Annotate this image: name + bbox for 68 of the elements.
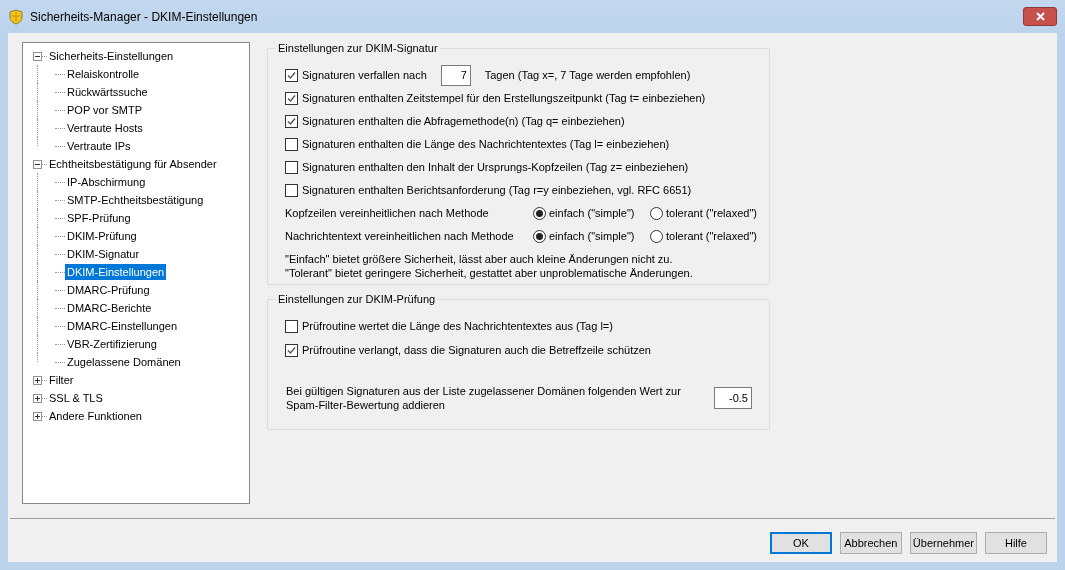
checkbox-label[interactable]: Signaturen enthalten Zeitstempel für den Erstellungszeitpunkt (Tag t= einbeziehen) [302,90,706,107]
checkbox[interactable] [285,319,298,333]
score-field[interactable]: -0.5 [713,387,752,409]
close-button[interactable] [1023,7,1057,26]
checkbox[interactable] [285,161,298,174]
expand-icon[interactable] [33,375,42,385]
tree-item[interactable]: Zugelassene Domänen [65,354,183,370]
checkbox[interactable] [285,69,298,82]
checkbox[interactable] [285,138,298,151]
tree-item[interactable]: Filter [47,372,76,388]
radio-button[interactable] [533,230,546,243]
tree-item[interactable]: DKIM-Signatur [65,246,142,262]
days-suffix: Tagen (Tag x=, 7 Tage werden empfohlen) [484,68,691,84]
tree-item[interactable]: SPF-Prüfung [65,210,133,226]
tree-item[interactable]: DMARC-Einstellungen [65,318,180,334]
tree-item[interactable]: Vertraute IPs [65,138,133,154]
radio-button[interactable] [650,207,663,220]
tree-item[interactable]: SMTP-Echtheitsbestätigung [65,192,206,208]
group-title: Einstellungen zur DKIM-Signatur [276,41,440,55]
checkbox[interactable] [285,115,298,128]
note-text: "Tolerant" bietet geringere Sicherheit, gestattet aber unproblematische Änderungen. [285,266,694,280]
tree-item[interactable]: Andere Funktionen [47,408,144,424]
radio-row-label: Nachrichtentext vereinheitlichen nach Methode [285,229,515,245]
radio-label[interactable]: tolerant ("relaxed") [666,228,757,245]
checkbox[interactable] [285,92,298,105]
score-label: Bei gültigen Signaturen aus der Liste zugelassener Domänen folgenden Wert zur Spam-Filter-Bewertung addieren [285,384,682,412]
checkbox-label[interactable]: Signaturen verfallen nach [302,67,427,84]
radio-button[interactable] [533,207,546,220]
checkbox-label[interactable]: Prüfroutine wertet die Länge des Nachrichtentextes aus (Tag l=) [302,317,613,335]
tree-item[interactable]: Rückwärtssuche [65,84,150,100]
checkbox-label[interactable]: Signaturen enthalten die Abfragemethode(n) (Tag q= einbeziehen) [302,113,625,130]
checkbox-label[interactable]: Prüfroutine verlangt, dass die Signaturen auch die Betreffzeile schützen [302,341,651,359]
radio-row-label: Kopfzeilen vereinheitlichen nach Methode [285,206,490,222]
group-title: Einstellungen zur DKIM-Prüfung [276,292,438,306]
checkbox[interactable] [285,184,298,197]
expand-icon[interactable] [33,411,42,421]
radio-label[interactable]: einfach ("simple") [549,205,635,222]
expand-icon[interactable] [33,393,42,403]
dialog-button[interactable]: Hilfe [985,532,1047,554]
checkbox-label[interactable]: Signaturen enthalten den Inhalt der Ursprungs-Kopfzeilen (Tag z= einbeziehen) [302,159,689,176]
tree-item[interactable]: DMARC-Berichte [65,300,154,316]
tree-item[interactable]: SSL & TLS [47,390,105,406]
checkbox-label[interactable]: Signaturen enthalten die Länge des Nachrichtentextes (Tag l= einbeziehen) [302,136,670,153]
window-title: Sicherheits-Manager - DKIM-Einstellungen [30,8,258,26]
tree-item[interactable]: Vertraute Hosts [65,120,145,136]
tree-item[interactable]: Echtheitsbestätigung für Absender [47,156,219,172]
tree-item[interactable]: Sicherheits-Einstellungen [47,48,176,64]
radio-button[interactable] [650,230,663,243]
tree-item[interactable]: VBR-Zertifizierung [65,336,159,352]
close-icon [1035,12,1045,21]
tree-item[interactable]: DKIM-Einstellungen [65,264,167,280]
tree-item[interactable]: IP-Abschirmung [65,174,148,190]
radio-label[interactable]: tolerant ("relaxed") [666,205,757,222]
checkbox[interactable] [285,343,298,357]
tree-item[interactable]: DKIM-Prüfung [65,228,139,244]
checkbox-label[interactable]: Signaturen enthalten Berichtsanforderung (Tag r=y einbeziehen, vgl. RFC 6651) [302,182,692,199]
shield-icon [8,8,24,25]
days-field[interactable]: 7 [440,65,471,86]
collapse-icon[interactable] [33,51,42,61]
radio-label[interactable]: einfach ("simple") [549,228,635,245]
dialog-button[interactable]: OK [769,532,832,554]
dialog-button[interactable]: Abbrechen [839,532,902,554]
note-text: "Einfach" bietet größere Sicherheit, lässt aber auch kleine Änderungen nicht zu. [285,252,674,266]
tree-item[interactable]: POP vor SMTP [65,102,144,118]
tree-item[interactable]: DMARC-Prüfung [65,282,152,298]
tree-item[interactable]: Relaiskontrolle [65,66,142,82]
collapse-icon[interactable] [33,159,42,169]
dialog-button[interactable]: Übernehmer [909,532,977,554]
